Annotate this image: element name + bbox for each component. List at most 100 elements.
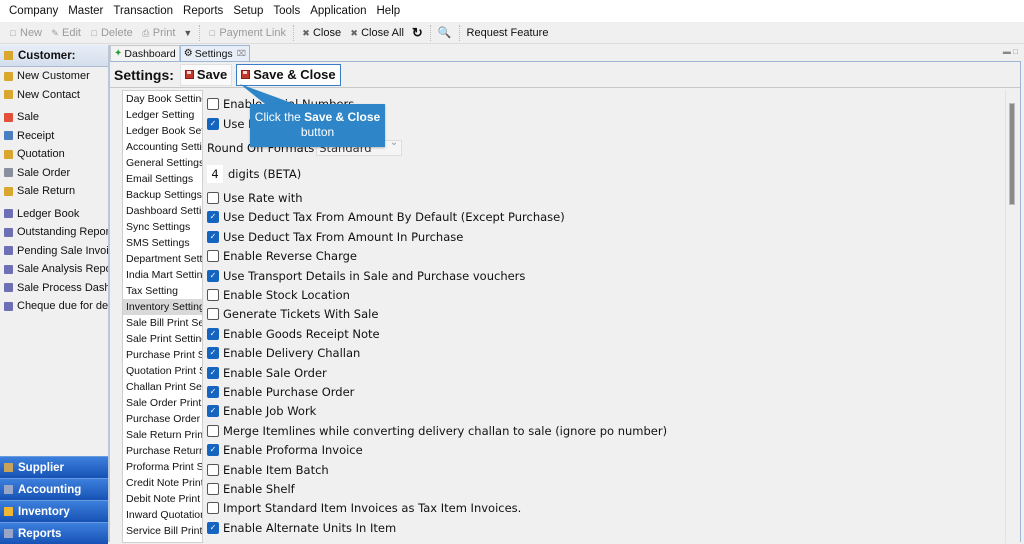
checkbox-checked[interactable]: ✓ bbox=[207, 405, 219, 418]
option-row[interactable]: Enable Shelf bbox=[207, 482, 295, 496]
checkbox-unchecked[interactable] bbox=[207, 308, 219, 321]
checkbox-unchecked[interactable] bbox=[207, 192, 219, 204]
save-and-close-button[interactable]: Save & Close bbox=[236, 63, 341, 86]
option-row[interactable]: Generate Tickets With Sale bbox=[207, 307, 378, 321]
sidebar-category-inventory[interactable]: Inventory bbox=[0, 500, 108, 522]
option-row[interactable]: ✓ Enable Delivery Challan bbox=[207, 346, 360, 360]
settings-list-item[interactable]: Ledger Setting bbox=[123, 107, 202, 123]
sidebar-item-sale-process-dashboard[interactable]: Sale Process Dashboard bbox=[0, 279, 108, 298]
settings-list-item[interactable]: Tax Setting bbox=[123, 283, 202, 299]
settings-list-item[interactable]: Department Setting bbox=[123, 251, 202, 267]
settings-list-item[interactable]: Inventory Setting bbox=[123, 299, 202, 315]
checkbox-checked[interactable]: ✓ bbox=[207, 211, 219, 224]
settings-list-item[interactable]: Accounting Setting bbox=[123, 139, 202, 155]
menu-application[interactable]: Application bbox=[305, 5, 371, 17]
option-row[interactable]: ✓ Enable Purchase Order bbox=[207, 385, 354, 399]
edit-button[interactable]: ✎ Edit bbox=[46, 23, 85, 43]
settings-list-item[interactable]: India Mart Setting bbox=[123, 267, 202, 283]
delete-button[interactable]: □ Delete bbox=[85, 23, 137, 43]
option-row[interactable]: ✓ Enable Goods Receipt Note bbox=[207, 327, 380, 341]
checkbox-checked[interactable]: ✓ bbox=[207, 521, 219, 534]
settings-list-item[interactable]: Sale Order Print Setting bbox=[123, 395, 202, 411]
settings-list-item[interactable]: Inward Quotation bbox=[123, 507, 202, 523]
option-row[interactable]: ✓ Enable Alternate Units In Item bbox=[207, 521, 396, 535]
menu-setup[interactable]: Setup bbox=[228, 5, 268, 17]
print-dropdown[interactable]: ▼ bbox=[179, 23, 196, 43]
checkbox-unchecked[interactable] bbox=[207, 424, 219, 437]
vertical-scrollbar[interactable] bbox=[1005, 90, 1019, 543]
option-row[interactable]: Enable Reverse Charge bbox=[207, 249, 357, 263]
checkbox-checked[interactable]: ✓ bbox=[207, 230, 219, 243]
option-row[interactable]: ✓ Enable Proforma Invoice bbox=[207, 443, 363, 457]
sidebar-item-receipt[interactable]: Receipt bbox=[0, 127, 108, 146]
settings-list-item[interactable]: Sale Bill Print Setting bbox=[123, 315, 202, 331]
sidebar-item-new-customer[interactable]: New Customer bbox=[0, 67, 108, 86]
settings-list-item[interactable]: Sync Settings bbox=[123, 219, 202, 235]
checkbox-checked[interactable]: ✓ bbox=[207, 327, 219, 340]
sidebar-header[interactable]: Customer: bbox=[0, 45, 108, 67]
checkbox[interactable]: ✓ bbox=[207, 118, 219, 130]
settings-list-item[interactable]: Credit Note Print Setting bbox=[123, 475, 202, 491]
sidebar-item-sale-order[interactable]: Sale Order bbox=[0, 164, 108, 183]
option-row[interactable]: Enable Item Batch bbox=[207, 463, 329, 477]
sidebar-item-pending-sale-invoices[interactable]: Pending Sale Invoices bbox=[0, 242, 108, 261]
close-button[interactable]: ✖ Close bbox=[297, 23, 345, 43]
maximize-icon[interactable]: □ bbox=[1013, 47, 1018, 56]
settings-list-item[interactable]: Email Settings bbox=[123, 171, 202, 187]
settings-list-item[interactable]: Dashboard Setting bbox=[123, 203, 202, 219]
checkbox-checked[interactable]: ✓ bbox=[207, 347, 219, 360]
checkbox-unchecked[interactable] bbox=[207, 463, 219, 476]
settings-list-item[interactable]: Quotation Print Setting bbox=[123, 363, 202, 379]
menu-tools[interactable]: Tools bbox=[268, 5, 305, 17]
settings-list-item[interactable]: Debit Note Print Setting bbox=[123, 491, 202, 507]
sidebar-item-cheque-due-for-deposit[interactable]: Cheque due for deposit bbox=[0, 297, 108, 316]
menu-company[interactable]: Company bbox=[4, 5, 63, 17]
menu-transaction[interactable]: Transaction bbox=[108, 5, 178, 17]
menu-help[interactable]: Help bbox=[372, 5, 406, 17]
sidebar-item-ledger-book[interactable]: Ledger Book bbox=[0, 205, 108, 224]
settings-list-item[interactable]: Purchase Return Print Setting bbox=[123, 443, 202, 459]
settings-list-item[interactable]: Backup Settings bbox=[123, 187, 202, 203]
settings-list-item[interactable]: General Settings bbox=[123, 155, 202, 171]
payment-link-button[interactable]: □ Payment Link bbox=[203, 23, 290, 43]
sidebar-item-sale-analysis-report[interactable]: Sale Analysis Report bbox=[0, 260, 108, 279]
new-button[interactable]: □ New bbox=[4, 23, 46, 43]
refresh-button[interactable]: ↻ bbox=[408, 23, 427, 43]
settings-list-item[interactable]: Day Book Setting bbox=[123, 91, 202, 107]
settings-list-item[interactable]: Proforma Print Setting bbox=[123, 459, 202, 475]
settings-list-item[interactable]: Sale Return Print Setting bbox=[123, 427, 202, 443]
close-all-button[interactable]: ✖ Close All bbox=[345, 23, 408, 43]
sidebar-item-sale-return[interactable]: Sale Return bbox=[0, 182, 108, 201]
settings-list-item[interactable]: Purchase Order Print Setting bbox=[123, 411, 202, 427]
settings-list-item[interactable]: Ledger Book Setting bbox=[123, 123, 202, 139]
sidebar-category-reports[interactable]: Reports bbox=[0, 522, 108, 544]
checkbox-unchecked[interactable] bbox=[207, 502, 219, 515]
checkbox-checked[interactable]: ✓ bbox=[207, 444, 219, 457]
option-row[interactable]: Enable Stock Location bbox=[207, 288, 350, 302]
sidebar-category-accounting[interactable]: Accounting bbox=[0, 478, 108, 500]
option-row[interactable]: ✓ Enable Sale Order bbox=[207, 366, 327, 380]
close-icon[interactable]: ⌧ bbox=[237, 49, 246, 58]
settings-list-item[interactable]: Challan Print Setting bbox=[123, 379, 202, 395]
option-row[interactable]: ✓ Use Deduct Tax From Amount In Purchase bbox=[207, 230, 463, 244]
checkbox-unchecked[interactable] bbox=[207, 289, 219, 301]
minimize-icon[interactable]: ▬ bbox=[1003, 47, 1011, 56]
sidebar-item-new-contact[interactable]: New Contact bbox=[0, 86, 108, 105]
option-row[interactable]: ✓ Enable Job Work bbox=[207, 404, 316, 418]
digits-input[interactable]: 4 bbox=[207, 165, 223, 183]
option-row[interactable]: ✓ Use Deduct Tax From Amount By Default (… bbox=[207, 210, 565, 224]
print-button[interactable]: ⎙ Print bbox=[137, 23, 180, 43]
option-row[interactable]: Import Standard Item Invoices as Tax Ite… bbox=[207, 501, 521, 515]
checkbox-checked[interactable]: ✓ bbox=[207, 386, 219, 398]
menu-master[interactable]: Master bbox=[63, 5, 108, 17]
settings-list-item[interactable]: SMS Settings bbox=[123, 235, 202, 251]
save-button[interactable]: Save bbox=[179, 63, 233, 86]
scrollbar-thumb[interactable] bbox=[1009, 103, 1015, 206]
sidebar-category-supplier[interactable]: Supplier bbox=[0, 456, 108, 478]
menu-reports[interactable]: Reports bbox=[178, 5, 228, 17]
tab-settings[interactable]: ⚙ Settings ⌧ bbox=[179, 45, 250, 61]
checkbox-checked[interactable]: ✓ bbox=[207, 269, 219, 282]
checkbox[interactable] bbox=[207, 98, 219, 110]
option-row[interactable]: ✓ Use Transport Details in Sale and Purch… bbox=[207, 269, 525, 283]
request-feature-button[interactable]: Request Feature bbox=[463, 23, 553, 43]
